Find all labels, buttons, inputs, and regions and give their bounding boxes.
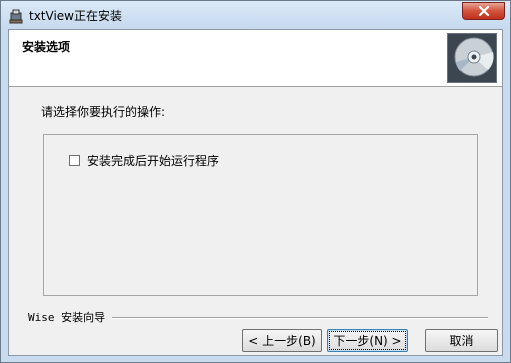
cd-disc-icon (447, 33, 497, 83)
wise-branding: Wise 安装向导 (28, 311, 106, 324)
launch-after-install-label: 安装完成后开始运行程序 (87, 154, 220, 168)
footer-divider (112, 317, 488, 319)
next-button[interactable]: 下一步(N) > (327, 329, 408, 352)
launch-after-install-option[interactable]: 安装完成后开始运行程序 (69, 152, 219, 169)
launch-after-install-checkbox[interactable] (69, 155, 80, 166)
close-icon (478, 6, 490, 16)
installer-icon (8, 8, 24, 24)
header-panel: 安装选项 (9, 30, 502, 87)
back-button[interactable]: < 上一步(B) (242, 329, 322, 352)
page-title: 安装选项 (22, 40, 71, 54)
installer-window: txtView正在安装 安装选项 请选择你要执行的操作: 安装完成后开始运行程序… (0, 0, 511, 363)
window-title: txtView正在安装 (29, 9, 122, 23)
close-button[interactable] (462, 2, 505, 20)
client-area: 安装选项 请选择你要执行的操作: 安装完成后开始运行程序 Wise 安装向导 <… (8, 29, 503, 356)
cancel-button-label: 取消 (449, 334, 474, 348)
title-bar[interactable]: txtView正在安装 (1, 1, 510, 29)
options-group: 安装完成后开始运行程序 (43, 134, 478, 296)
prompt-text: 请选择你要执行的操作: (41, 105, 166, 119)
back-button-label: < 上一步(B) (248, 334, 316, 348)
cancel-button[interactable]: 取消 (425, 329, 498, 352)
next-button-label: 下一步(N) > (329, 331, 406, 350)
